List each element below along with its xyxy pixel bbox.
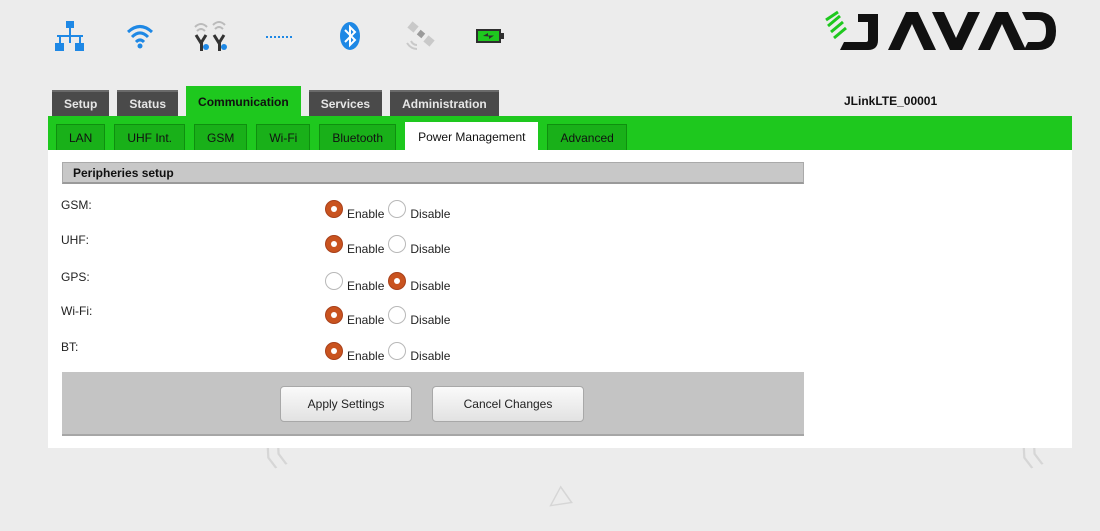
tab-services[interactable]: Services xyxy=(308,90,383,116)
wifi-enable-radio[interactable] xyxy=(325,306,343,324)
main-panel: Peripheries setup GSM: Enable Disable UH… xyxy=(48,150,1072,448)
wifi-disable-radio[interactable] xyxy=(388,306,407,324)
cancel-changes-button[interactable]: Cancel Changes xyxy=(432,386,584,422)
subtab-uhf-int[interactable]: UHF Int. xyxy=(114,124,186,150)
wifi-icon xyxy=(122,18,158,54)
battery-icon xyxy=(472,18,508,54)
uhf-disable-radio[interactable] xyxy=(388,235,407,253)
peripheral-row-uhf: UHF: Enable Disable xyxy=(61,233,801,259)
peripheral-row-wifi: Wi-Fi: Enable Disable xyxy=(61,304,801,330)
apply-settings-button[interactable]: Apply Settings xyxy=(280,386,412,422)
enable-label: Enable xyxy=(347,349,385,363)
radio-group: Enable Disable xyxy=(325,272,454,293)
tab-setup[interactable]: Setup xyxy=(52,90,110,116)
disable-label: Disable xyxy=(410,279,451,293)
disable-label: Disable xyxy=(410,349,451,363)
bt-disable-radio[interactable] xyxy=(388,342,407,360)
disable-label: Disable xyxy=(410,207,451,221)
sub-tabs: LAN UHF Int. GSM Wi-Fi Bluetooth Power M… xyxy=(56,122,636,150)
disable-label: Disable xyxy=(410,242,451,256)
peripheral-row-bt: BT: Enable Disable xyxy=(61,340,801,366)
disable-label: Disable xyxy=(410,313,451,327)
subtab-gsm[interactable]: GSM xyxy=(194,124,248,150)
gsm-antenna-icon xyxy=(192,18,228,54)
javad-logo xyxy=(818,6,1058,56)
radio-group: Enable Disable xyxy=(325,200,454,221)
uhf-enable-radio[interactable] xyxy=(325,235,343,253)
bluetooth-icon xyxy=(332,18,368,54)
enable-label: Enable xyxy=(347,242,385,256)
subtab-advanced[interactable]: Advanced xyxy=(547,124,627,150)
device-name: JLinkLTE_00001 xyxy=(844,94,938,108)
dotted-line-icon xyxy=(262,18,298,54)
enable-label: Enable xyxy=(347,279,385,293)
peripheral-row-gps: GPS: Enable Disable xyxy=(61,270,801,296)
enable-label: Enable xyxy=(347,313,385,327)
status-icon-bar xyxy=(52,12,542,60)
peripheral-label: BT: xyxy=(61,340,79,354)
subtab-wifi[interactable]: Wi-Fi xyxy=(256,124,311,150)
peripheral-label: GSM: xyxy=(61,198,92,212)
peripheral-label: UHF: xyxy=(61,233,89,247)
peripheral-label: GPS: xyxy=(61,270,90,284)
enable-label: Enable xyxy=(347,207,385,221)
radio-group: Enable Disable xyxy=(325,235,454,256)
background-decoration: ◁ xyxy=(539,479,575,518)
tab-administration[interactable]: Administration xyxy=(390,90,499,116)
section-header: Peripheries setup xyxy=(62,162,804,184)
action-bar: Apply Settings Cancel Changes xyxy=(62,372,804,436)
top-tab-bar: Setup Status Communication Services Admi… xyxy=(52,86,507,116)
satellite-icon xyxy=(402,18,438,54)
radio-group: Enable Disable xyxy=(325,306,454,327)
network-icon xyxy=(52,18,88,54)
radio-group: Enable Disable xyxy=(325,342,454,363)
gsm-enable-radio[interactable] xyxy=(325,200,343,218)
tab-communication[interactable]: Communication xyxy=(186,86,301,116)
tab-status[interactable]: Status xyxy=(117,90,179,116)
gps-enable-radio[interactable] xyxy=(325,272,343,290)
subtab-bluetooth[interactable]: Bluetooth xyxy=(319,124,397,150)
gps-disable-radio[interactable] xyxy=(388,272,407,290)
bt-enable-radio[interactable] xyxy=(325,342,343,360)
gsm-disable-radio[interactable] xyxy=(388,200,407,218)
subtab-power-management[interactable]: Power Management xyxy=(405,122,539,150)
peripheral-label: Wi-Fi: xyxy=(61,304,93,318)
peripheral-row-gsm: GSM: Enable Disable xyxy=(61,198,801,224)
subtab-lan[interactable]: LAN xyxy=(56,124,106,150)
